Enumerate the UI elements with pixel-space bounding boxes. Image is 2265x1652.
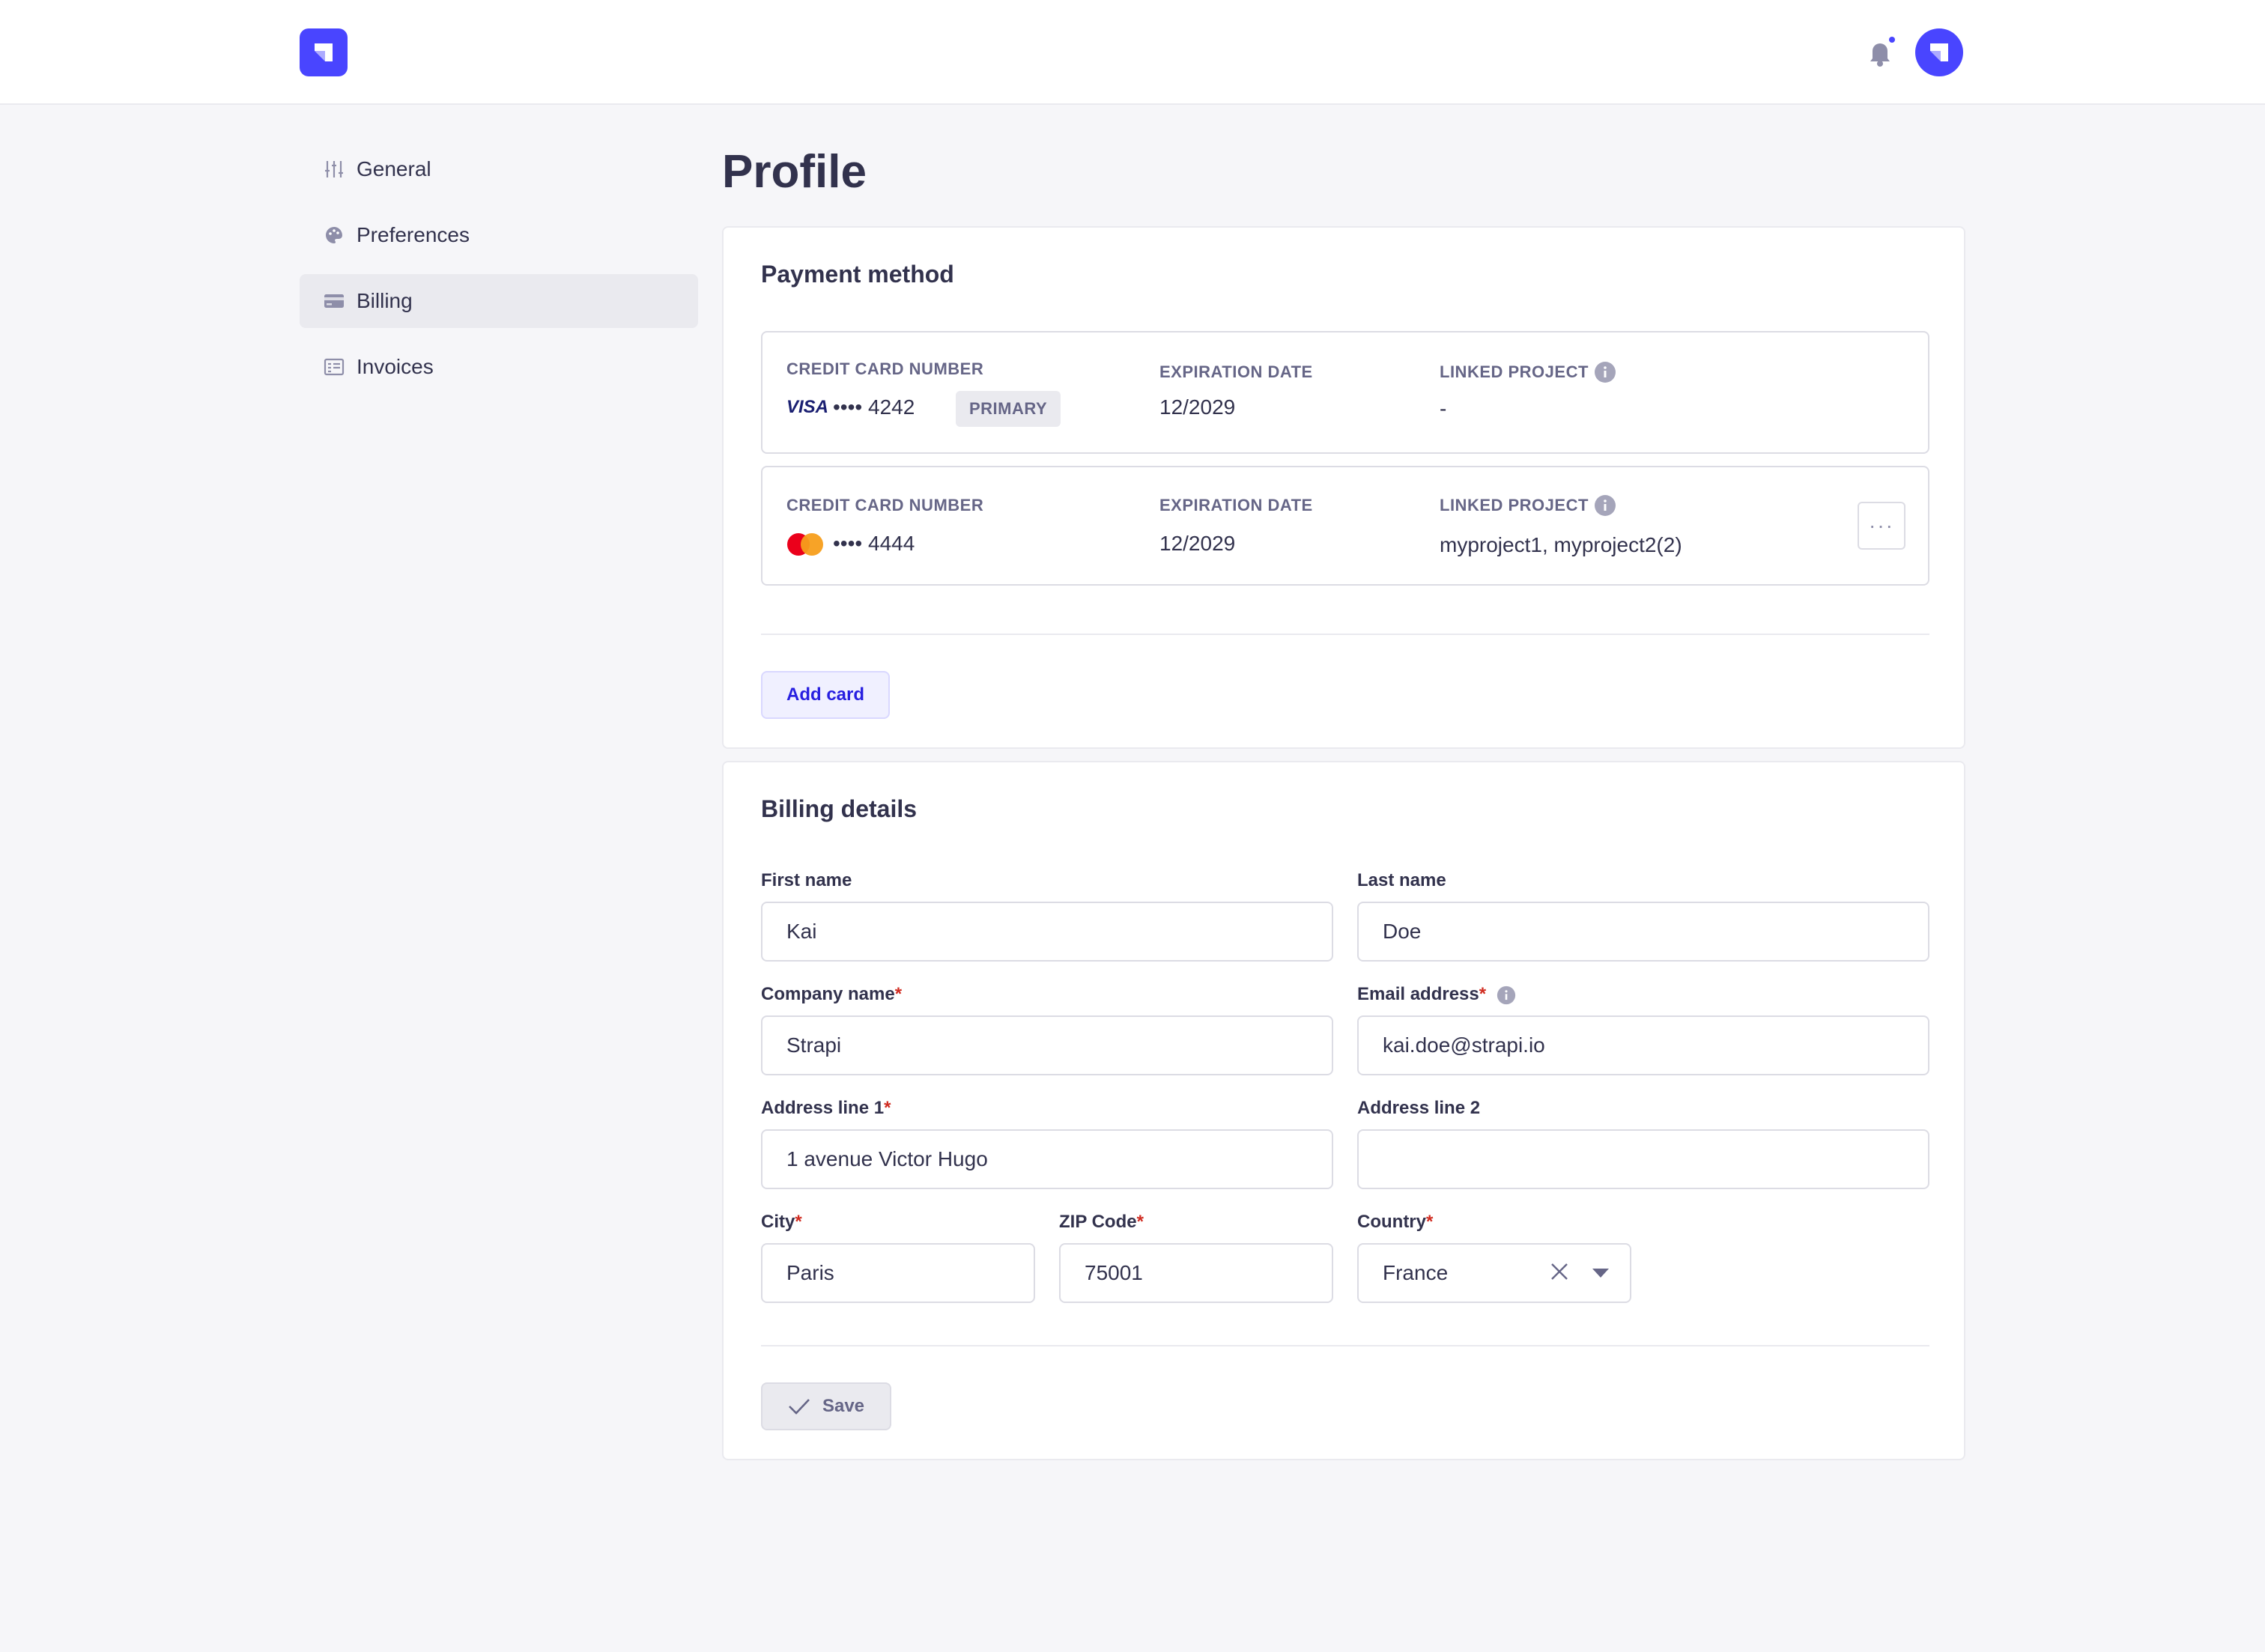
last-name-input[interactable]: Doe — [1357, 902, 1929, 962]
check-icon — [789, 1399, 810, 1415]
city-input[interactable]: Paris — [761, 1243, 1035, 1303]
required-mark: * — [1136, 1212, 1144, 1232]
top-bar — [0, 0, 2265, 105]
save-button[interactable]: Save — [761, 1382, 891, 1430]
payment-card-row: CREDIT CARD NUMBER VISA •••• 4242 PRIMAR… — [761, 331, 1929, 454]
expiration-value: 12/2029 — [1159, 532, 1236, 555]
linked-project-value: myproject1, myproject2(2) — [1440, 533, 1682, 556]
sidebar-item-label: Invoices — [357, 355, 434, 378]
divider — [761, 634, 1929, 635]
add-card-button[interactable]: Add card — [761, 671, 891, 719]
card-number-masked: •••• 4242 — [833, 395, 915, 419]
zip-code-label: ZIP Code* — [1059, 1212, 1144, 1232]
card-number-masked: •••• 4444 — [833, 532, 915, 555]
more-icon: ··· — [1869, 514, 1894, 537]
card-number-label: CREDIT CARD NUMBER — [786, 359, 984, 378]
email-input[interactable]: kai.doe@strapi.io — [1357, 1015, 1929, 1075]
info-icon[interactable] — [1594, 361, 1616, 383]
billing-details-title: Billing details — [761, 795, 918, 822]
required-mark: * — [1479, 984, 1487, 1004]
email-label: Email address* — [1357, 984, 1487, 1004]
last-name-label: Last name — [1357, 870, 1446, 890]
more-actions-button[interactable]: ··· — [1858, 502, 1905, 550]
caret-down-icon[interactable] — [1591, 1267, 1610, 1279]
linked-project-label: LINKED PROJECT — [1440, 362, 1589, 381]
address-line-1-label: Address line 1* — [761, 1098, 891, 1118]
sidebar-item-label: General — [357, 157, 431, 180]
zip-code-input[interactable]: 75001 — [1059, 1243, 1333, 1303]
mastercard-icon — [787, 533, 823, 556]
required-mark: * — [884, 1098, 891, 1118]
country-select[interactable]: France — [1357, 1243, 1631, 1303]
app-logo[interactable] — [300, 28, 348, 76]
payment-card-row: CREDIT CARD NUMBER •••• 4444 EXPIRATION … — [761, 466, 1929, 586]
divider — [761, 1345, 1929, 1346]
save-label: Save — [822, 1396, 865, 1416]
sidebar-item-invoices[interactable]: Invoices — [300, 340, 698, 394]
required-mark: * — [1426, 1212, 1434, 1232]
page-title: Profile — [722, 146, 867, 198]
sidebar-item-general[interactable]: General — [300, 142, 698, 196]
invoice-icon — [324, 358, 345, 376]
payment-method-title: Payment method — [761, 261, 954, 288]
bell-icon — [1870, 37, 1895, 67]
info-icon[interactable] — [1594, 494, 1616, 517]
first-name-input[interactable]: Kai — [761, 902, 1333, 962]
linked-project-label: LINKED PROJECT — [1440, 496, 1589, 514]
expiration-label: EXPIRATION DATE — [1159, 362, 1313, 381]
country-label: Country* — [1357, 1212, 1434, 1232]
address-line-2-label: Address line 2 — [1357, 1098, 1481, 1118]
payment-method-card: Payment method CREDIT CARD NUMBER VISA •… — [722, 226, 1965, 749]
required-mark: * — [894, 984, 903, 1004]
card-number-label: CREDIT CARD NUMBER — [786, 496, 984, 514]
linked-project-value: - — [1440, 397, 1447, 420]
sidebar-item-label: Preferences — [357, 223, 470, 246]
expiration-label: EXPIRATION DATE — [1159, 496, 1313, 514]
country-value: France — [1383, 1261, 1449, 1284]
address-line-1-input[interactable]: 1 avenue Victor Hugo — [761, 1129, 1333, 1189]
info-icon[interactable] — [1497, 986, 1516, 1005]
sidebar-item-preferences[interactable]: Preferences — [300, 208, 698, 262]
company-name-label: Company name* — [761, 984, 903, 1004]
sidebar-item-billing[interactable]: Billing — [300, 274, 698, 328]
clear-icon[interactable] — [1549, 1261, 1570, 1282]
credit-card-icon — [324, 294, 344, 308]
expiration-value: 12/2029 — [1159, 395, 1236, 419]
required-mark: * — [795, 1212, 802, 1232]
company-name-input[interactable]: Strapi — [761, 1015, 1333, 1075]
visa-icon: VISA — [786, 397, 829, 417]
notifications-button[interactable] — [1865, 36, 1895, 69]
first-name-label: First name — [761, 870, 852, 890]
sidebar-item-label: Billing — [357, 289, 413, 312]
address-line-2-input[interactable] — [1357, 1129, 1929, 1189]
billing-details-card: Billing details First name Kai Last name… — [722, 761, 1965, 1460]
sliders-icon — [325, 161, 343, 177]
avatar-logo-icon — [1930, 43, 1948, 61]
primary-badge: PRIMARY — [956, 391, 1061, 427]
user-avatar[interactable] — [1915, 28, 1963, 76]
notification-dot-icon — [1889, 37, 1895, 43]
palette-icon — [326, 227, 342, 243]
city-label: City* — [761, 1212, 802, 1232]
strapi-logo-icon — [315, 43, 333, 61]
